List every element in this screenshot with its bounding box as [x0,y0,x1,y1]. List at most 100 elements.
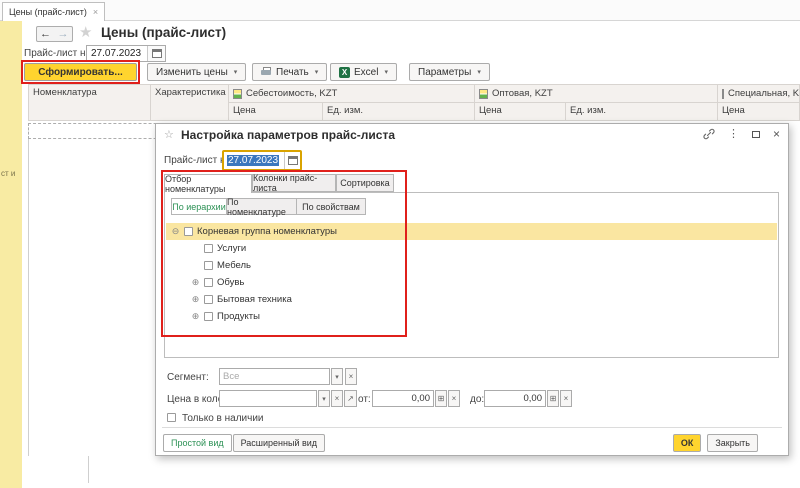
price-column-dropdown-button[interactable]: ▾ [318,390,330,407]
tab-sorting[interactable]: Сортировка [336,174,394,192]
price-type-icon [479,89,488,99]
checkbox-products[interactable] [204,312,213,321]
segment-clear-button[interactable]: × [345,368,357,385]
tree-item-label: Услуги [217,243,246,254]
dialog-favorites-star-icon[interactable]: ☆ [164,128,174,141]
dialog-date-group: 27.07.2023 [222,150,302,171]
tree-item-furniture[interactable]: Мебель [166,257,777,274]
favorites-star-icon[interactable]: ★ [79,23,92,41]
print-label: Печать [276,67,309,78]
sections-panel[interactable]: ст и [0,21,22,488]
mode-by-nomenclature[interactable]: По номенклатуре [226,198,297,215]
params-label: Параметры [418,67,471,78]
in-stock-label: Только в наличии [182,413,264,424]
expand-icon[interactable]: ⊕ [191,278,200,287]
excel-button[interactable]: X Excel ▾ [330,63,397,81]
printer-icon [261,67,272,77]
chevron-down-icon: ▾ [322,395,326,403]
price-to-clear-button[interactable]: × [560,390,572,407]
calculator-icon: ⊞ [550,394,557,403]
col-header-special-price: Цена [717,102,800,121]
tab-pricelist-columns[interactable]: Колонки прайс-листа [252,174,336,192]
clear-icon: × [349,372,354,381]
col-header-wholesale-group: Оптовая, KZT [492,88,553,99]
price-column-input[interactable] [219,390,317,407]
generate-button[interactable]: Сформировать... [24,63,137,81]
segment-input[interactable]: Все [219,368,330,385]
table-column-border [88,456,89,483]
extended-view-button[interactable]: Расширенный вид [233,434,325,452]
maximize-icon[interactable] [752,131,760,138]
col-header-special-group: Специальная, KZT [728,88,800,99]
dialog-calendar-button[interactable] [285,152,300,169]
close-button[interactable]: Закрыть [707,434,758,452]
tab-bar: Цены (прайс-лист) × [0,0,800,21]
tree-item-label: Мебель [217,260,251,271]
price-from-calc-button[interactable]: ⊞ [435,390,447,407]
from-label: от: [358,394,371,405]
tree-item-label: Обувь [217,277,244,288]
tree-item-label: Корневая группа номенклатуры [197,226,337,237]
chevron-down-icon: ▾ [477,68,481,76]
tree-item-label: Продукты [217,311,260,322]
col-header-cost-unit: Ед. изм. [322,102,475,121]
col-header-wholesale-price: Цена [474,102,566,121]
more-menu-icon[interactable]: ⋮ [728,129,739,140]
checkbox-appliances[interactable] [204,295,213,304]
pricelist-date-input[interactable]: 27.07.2023 [87,46,147,61]
mode-by-properties[interactable]: По свойствам [296,198,366,215]
price-column-clear-button[interactable]: × [331,390,343,407]
forward-button[interactable]: → [54,26,73,42]
checkbox-furniture[interactable] [204,261,213,270]
pricelist-date-group: 27.07.2023 [86,45,166,62]
tab-close-icon[interactable]: × [93,7,98,17]
dialog-close-icon[interactable]: × [773,128,780,140]
tab-prices[interactable]: Цены (прайс-лист) × [2,2,105,21]
expand-icon[interactable]: ⊕ [191,312,200,321]
price-type-icon [722,89,724,99]
chevron-down-icon: ▾ [335,373,339,381]
price-to-calc-button[interactable]: ⊞ [547,390,559,407]
tree-item-appliances[interactable]: ⊕ Бытовая техника [166,291,777,308]
expand-icon[interactable]: ⊕ [191,295,200,304]
tree-item-products[interactable]: ⊕ Продукты [166,308,777,325]
col-header-cost-group: Себестоимость, KZT [246,88,337,99]
tree-item-shoes[interactable]: ⊕ Обувь [166,274,777,291]
chevron-down-icon: ▾ [315,68,319,76]
sections-panel-fragment: ст и [1,169,15,178]
segment-label: Сегмент: [167,372,209,383]
dialog-date-value-selected: 27.07.2023 [227,155,279,166]
checkbox-root-group[interactable] [184,227,193,236]
mode-by-hierarchy[interactable]: По иерархии [171,198,227,215]
tree-item-services[interactable]: Услуги [166,240,777,257]
tab-nomenclature-filter[interactable]: Отбор номенклатуры [164,174,252,193]
price-to-input[interactable]: 0,00 [484,390,546,407]
in-stock-checkbox[interactable] [167,413,176,425]
price-from-clear-button[interactable]: × [448,390,460,407]
clear-icon: × [452,394,457,403]
print-button[interactable]: Печать ▾ [252,63,327,81]
checkbox-services[interactable] [204,244,213,253]
calendar-button[interactable] [148,46,165,61]
pricelist-date-label: Прайс-лист на: [24,48,94,59]
price-settings-dialog: ☆ Настройка параметров прайс-листа ⋮ × П… [155,123,789,456]
back-button[interactable]: ← [36,26,55,42]
dialog-date-input[interactable]: 27.07.2023 [224,152,284,169]
price-from-input[interactable]: 0,00 [372,390,434,407]
checkbox-in-stock [167,413,176,422]
table-left-border [28,139,29,456]
copy-link-icon[interactable] [703,128,715,140]
ok-button[interactable]: ОК [673,434,702,452]
generate-label: Сформировать... [38,67,123,78]
simple-view-button[interactable]: Простой вид [163,434,232,452]
back-icon: ← [40,28,51,40]
tree-item-root[interactable]: ⊖ Корневая группа номенклатуры [166,223,777,240]
params-button[interactable]: Параметры ▾ [409,63,490,81]
change-prices-button[interactable]: Изменить цены ▾ [147,63,246,81]
collapse-icon[interactable]: ⊖ [171,227,180,236]
col-header-nomenclature: Номенклатура [28,84,151,121]
price-column-open-button[interactable]: ↗ [344,390,357,407]
segment-dropdown-button[interactable]: ▾ [331,368,343,385]
chevron-down-icon: ▾ [234,68,238,76]
checkbox-shoes[interactable] [204,278,213,287]
